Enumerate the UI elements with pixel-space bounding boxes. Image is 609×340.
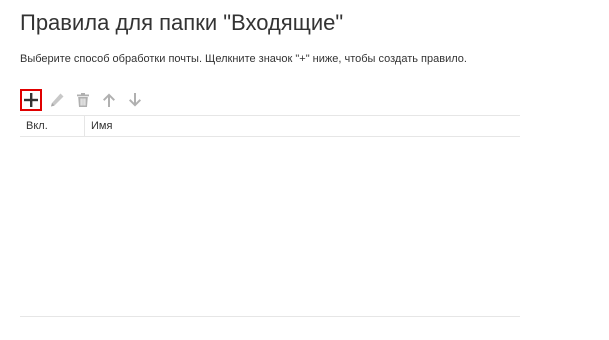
page-title: Правила для папки "Входящие" bbox=[20, 10, 344, 35]
edit-rule-button[interactable] bbox=[46, 89, 68, 111]
bottom-divider bbox=[20, 316, 520, 317]
rules-table-header: Вкл. Имя bbox=[20, 116, 520, 137]
pencil-icon bbox=[51, 93, 64, 107]
rules-toolbar bbox=[20, 89, 150, 111]
move-down-button[interactable] bbox=[124, 89, 146, 111]
plus-icon bbox=[24, 93, 38, 107]
column-header-enabled[interactable]: Вкл. bbox=[20, 116, 85, 136]
add-rule-button[interactable] bbox=[20, 89, 42, 111]
rules-table: Вкл. Имя bbox=[20, 115, 520, 137]
delete-rule-button[interactable] bbox=[72, 89, 94, 111]
column-header-name[interactable]: Имя bbox=[85, 116, 112, 136]
arrow-down-icon bbox=[129, 93, 141, 107]
instructions-text: Выберите способ обработки почты. Щелкнит… bbox=[20, 53, 467, 65]
move-up-button[interactable] bbox=[98, 89, 120, 111]
arrow-up-icon bbox=[103, 93, 115, 107]
trash-icon bbox=[77, 93, 89, 107]
